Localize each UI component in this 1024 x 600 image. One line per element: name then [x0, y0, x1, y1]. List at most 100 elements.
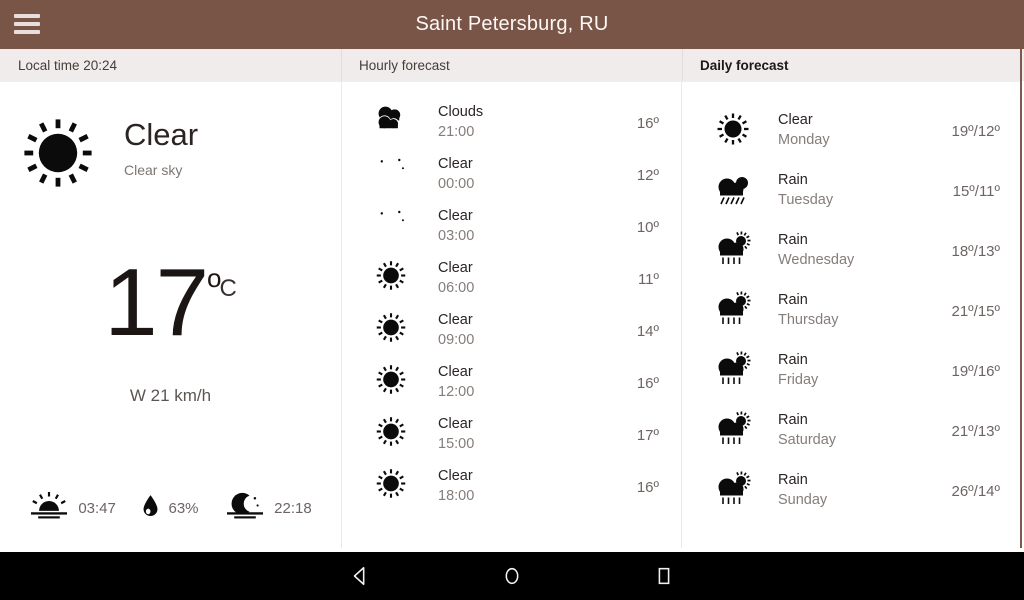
stat-sunrise: 03:47	[29, 492, 116, 524]
rain-sun-icon	[708, 349, 764, 393]
sun-icon	[376, 469, 406, 498]
hourly-time: 21:00	[438, 124, 475, 140]
current-condition: Clear	[124, 117, 199, 152]
moon-icon	[368, 205, 424, 249]
rain-sun-icon	[718, 471, 751, 504]
hamburger-menu-icon[interactable]	[12, 12, 42, 36]
rain-moon-icon	[718, 177, 748, 205]
tab-local-time[interactable]: Local time 20:24	[0, 49, 341, 81]
sun-icon	[376, 261, 406, 290]
rain-sun-icon	[708, 289, 764, 333]
hourly-temperature: 16º	[636, 114, 659, 132]
sun-icon	[708, 109, 764, 153]
hourly-temperature: 14º	[636, 322, 659, 340]
hourly-row[interactable]: Clear 18:00 16º	[342, 461, 681, 513]
nav-recents-button[interactable]	[647, 559, 681, 593]
hourly-temperature: 11º	[637, 270, 659, 288]
hourly-forecast-panel[interactable]: Clouds 21:00 16º Clear 00:00 12º Clear 03:00 10º…	[341, 81, 682, 548]
hourly-row[interactable]: Clear 12:00 16º	[342, 357, 681, 409]
daily-day: Saturday	[778, 432, 837, 448]
hourly-row[interactable]: Clouds 21:00 16º	[342, 97, 681, 149]
clouds-icon	[368, 101, 424, 145]
sun-icon	[376, 417, 406, 446]
hourly-temperature: 16º	[636, 478, 659, 496]
tab-hourly-forecast[interactable]: Hourly forecast	[341, 49, 682, 81]
sun-icon	[368, 257, 424, 301]
sunrise-time: 03:47	[78, 499, 116, 517]
hourly-condition: Clear	[438, 156, 473, 173]
current-description: Clear sky	[124, 161, 183, 178]
daily-condition: Rain	[778, 352, 808, 369]
android-navigation-bar	[0, 552, 1024, 600]
hourly-row[interactable]: Clear 15:00 17º	[342, 409, 681, 461]
daily-condition: Rain	[778, 172, 808, 189]
daily-row[interactable]: Rain Sunday 26º/14º	[682, 461, 1022, 521]
rain-sun-icon	[718, 291, 751, 324]
nav-home-button[interactable]	[495, 559, 529, 593]
daily-day: Tuesday	[778, 192, 834, 208]
drawer-edge-scrollbar[interactable]	[1020, 49, 1022, 548]
hourly-row-text: Clear 15:00	[424, 415, 605, 454]
daily-day: Sunday	[778, 492, 828, 508]
hourly-row[interactable]: Clear 03:00 10º	[342, 201, 681, 253]
daily-day: Monday	[778, 132, 830, 148]
daily-row[interactable]: Rain Friday 19º/16º	[682, 341, 1022, 401]
daily-day: Thursday	[778, 312, 839, 328]
daily-temperature: 15º/11º	[952, 182, 1000, 200]
hourly-row-text: Clear 12:00	[424, 363, 605, 402]
hamburger-bar	[14, 30, 40, 34]
daily-row-text: Rain Tuesday	[764, 171, 922, 210]
tab-divider	[682, 49, 683, 81]
current-weather-header: Clear Clear sky	[18, 113, 198, 193]
daily-condition: Rain	[778, 232, 808, 249]
daily-row-text: Rain Friday	[764, 351, 922, 390]
hourly-time: 15:00	[438, 436, 475, 452]
daily-row[interactable]: Rain Tuesday 15º/11º	[682, 161, 1022, 221]
wind-info: W 21 km/h	[129, 386, 212, 405]
hourly-row-text: Clear 09:00	[424, 311, 605, 350]
hourly-condition: Clouds	[438, 104, 484, 121]
sun-icon	[376, 313, 406, 342]
panel-top-divider	[0, 81, 341, 82]
sun-icon	[18, 113, 98, 193]
hourly-row[interactable]: Clear 06:00 11º	[342, 253, 681, 305]
sun-icon	[368, 309, 424, 353]
page-title: Saint Petersburg, RU	[415, 13, 609, 35]
hourly-temperature: 17º	[636, 426, 659, 444]
daily-row[interactable]: Clear Monday 19º/12º	[682, 101, 1022, 161]
forecast-panels: Clear Clear sky 17 o C W 21 km/h 03:47 6…	[0, 81, 1024, 548]
sun-icon	[376, 365, 406, 394]
hourly-condition: Clear	[438, 468, 473, 485]
stat-humidity: 63%	[142, 494, 199, 523]
hourly-condition: Clear	[438, 312, 473, 329]
daily-row[interactable]: Rain Saturday 21º/13º	[682, 401, 1022, 461]
home-circle-icon	[505, 567, 519, 585]
daily-row[interactable]: Rain Thursday 21º/15º	[682, 281, 1022, 341]
hamburger-bar	[14, 22, 40, 26]
daily-temperature: 18º/13º	[951, 242, 1001, 260]
daily-condition: Rain	[778, 412, 808, 429]
daily-row-text: Rain Sunday	[764, 471, 922, 510]
rain-moon-icon	[708, 169, 764, 213]
hourly-forecast-list: Clouds 21:00 16º Clear 00:00 12º Clear 03:00 10º…	[342, 81, 681, 513]
hourly-time: 03:00	[438, 228, 475, 244]
hourly-row-text: Clear 18:00	[424, 467, 605, 506]
hourly-temperature: 12º	[636, 166, 659, 184]
daily-row[interactable]: Rain Wednesday 18º/13º	[682, 221, 1022, 281]
rain-sun-icon	[708, 469, 764, 513]
hourly-row-text: Clear 00:00	[424, 155, 605, 194]
temperature-unit: o C	[207, 265, 237, 303]
daily-row-text: Rain Saturday	[764, 411, 922, 450]
hourly-row[interactable]: Clear 09:00 14º	[342, 305, 681, 357]
daily-temperature: 21º/15º	[951, 302, 1001, 320]
hourly-row[interactable]: Clear 00:00 12º	[342, 149, 681, 201]
hourly-time: 12:00	[438, 384, 475, 400]
daily-forecast-panel[interactable]: Clear Monday 19º/12º Rain Tuesday 15º/11º Rain…	[682, 81, 1022, 548]
rain-sun-icon	[718, 411, 751, 444]
hamburger-bar	[14, 14, 40, 18]
tab-divider	[341, 49, 342, 81]
rain-sun-icon	[708, 409, 764, 453]
nav-back-button[interactable]	[343, 559, 377, 593]
tab-daily-forecast[interactable]: Daily forecast	[682, 49, 1024, 81]
daily-condition: Rain	[778, 292, 808, 309]
